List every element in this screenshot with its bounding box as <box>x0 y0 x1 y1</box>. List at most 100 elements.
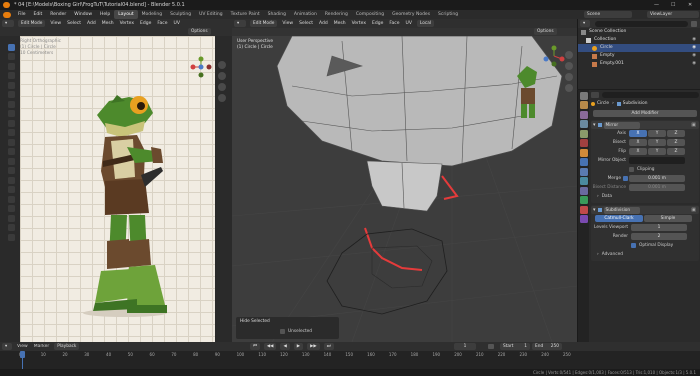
subdivision-name-field[interactable]: Subdivision <box>603 206 640 214</box>
tab-uv-editing[interactable]: UV Editing <box>195 10 226 19</box>
zoom-icon[interactable] <box>565 51 573 59</box>
start-frame-field[interactable]: Start 1 <box>500 343 530 350</box>
add-cube-tool-icon[interactable] <box>7 119 15 127</box>
zoom-icon[interactable] <box>218 61 226 69</box>
timeline-menu-playback[interactable]: Playback <box>54 343 80 350</box>
menu-edit[interactable]: Edit <box>30 10 47 19</box>
smooth-tool-icon[interactable] <box>7 195 15 203</box>
properties-search-input[interactable] <box>602 91 699 98</box>
scale-tool-icon[interactable] <box>7 81 15 89</box>
expand-icon[interactable]: › <box>597 192 599 201</box>
select-tool-icon[interactable] <box>7 43 15 51</box>
inset-tool-icon[interactable] <box>7 138 15 146</box>
rip-tool-icon[interactable] <box>7 233 15 241</box>
tab-sculpting[interactable]: Sculpting <box>166 10 195 19</box>
edge-slide-tool-icon[interactable] <box>7 205 15 212</box>
optimal-display-checkbox[interactable] <box>631 243 636 248</box>
menu-add[interactable]: Add <box>316 19 331 28</box>
render-tab-icon[interactable] <box>579 101 588 109</box>
render-levels-field[interactable]: 2 <box>631 233 687 240</box>
perspective-toggle-icon[interactable] <box>218 94 226 102</box>
bisect-x-toggle[interactable]: X <box>629 139 647 146</box>
add-modifier-button[interactable]: Add Modifier <box>593 110 697 117</box>
tab-scripting[interactable]: Scripting <box>434 10 462 19</box>
prev-keyframe-icon[interactable]: ◀◀ <box>263 343 277 350</box>
navigation-gizmo-icon[interactable] <box>190 56 212 78</box>
menu-window[interactable]: Window <box>70 10 96 19</box>
texture-tab-icon[interactable] <box>579 215 588 223</box>
preview-range-icon[interactable] <box>488 344 494 349</box>
rotate-tool-icon[interactable] <box>7 72 15 79</box>
data-subpanel-header[interactable]: › Data <box>591 192 699 201</box>
visibility-eye-icon[interactable]: ◉ <box>692 52 696 60</box>
visibility-eye-icon[interactable]: ◉ <box>692 36 696 44</box>
output-tab-icon[interactable] <box>579 110 588 119</box>
next-keyframe-icon[interactable]: ▶▶ <box>307 343 320 350</box>
view-layer-tab-icon[interactable] <box>579 120 588 128</box>
pan-icon[interactable] <box>565 62 573 70</box>
view-layer-selector[interactable]: ViewLayer <box>647 11 699 18</box>
playhead[interactable] <box>20 351 25 358</box>
modifier-tab-icon[interactable] <box>579 158 588 166</box>
menu-help[interactable]: Help <box>96 10 114 19</box>
menu-face[interactable]: Face <box>154 19 170 28</box>
menu-mesh[interactable]: Mesh <box>99 19 117 28</box>
end-frame-field[interactable]: End 250 <box>532 343 562 350</box>
minimize-icon[interactable]: — <box>654 2 659 8</box>
scene-tab-icon[interactable] <box>579 129 588 138</box>
play-reverse-icon[interactable]: ◀ <box>280 343 290 350</box>
play-icon[interactable]: ▶ <box>293 343 304 350</box>
transform-tool-icon[interactable] <box>7 91 15 98</box>
move-tool-icon[interactable] <box>7 62 15 70</box>
object-tab-icon[interactable] <box>579 148 588 157</box>
shrink-tool-icon[interactable] <box>7 214 15 222</box>
tab-shading[interactable]: Shading <box>264 10 290 19</box>
menu-face[interactable]: Face <box>386 19 402 28</box>
bevel-tool-icon[interactable] <box>7 148 15 155</box>
menu-select[interactable]: Select <box>64 19 84 28</box>
physics-tab-icon[interactable] <box>579 177 588 185</box>
editor-type-button[interactable]: ▾ <box>234 20 246 27</box>
extrude-tool-icon[interactable] <box>7 129 15 136</box>
properties-type-icon[interactable] <box>591 91 599 98</box>
options-dropdown[interactable]: Options <box>188 28 211 35</box>
material-tab-icon[interactable] <box>579 205 588 214</box>
visibility-eye-icon[interactable]: ◉ <box>692 44 696 52</box>
transform-orientation-dropdown[interactable]: Local <box>416 20 435 27</box>
timeline-menu-view[interactable]: View <box>14 344 31 349</box>
clipping-checkbox[interactable] <box>629 167 634 172</box>
shear-tool-icon[interactable] <box>7 224 15 231</box>
knife-tool-icon[interactable] <box>7 167 15 174</box>
menu-render[interactable]: Render <box>46 10 70 19</box>
axis-z-toggle[interactable]: Z <box>667 130 685 137</box>
menu-view[interactable]: View <box>47 19 64 28</box>
annotate-tool-icon[interactable] <box>7 100 15 108</box>
flip-x-toggle[interactable]: X <box>629 148 647 155</box>
menu-view[interactable]: View <box>279 19 296 28</box>
particles-tab-icon[interactable] <box>579 167 588 176</box>
tab-texture-paint[interactable]: Texture Paint <box>227 10 264 19</box>
last-operator-panel[interactable]: Hide Selected Unselected <box>236 317 339 339</box>
bisect-z-toggle[interactable]: Z <box>667 139 685 146</box>
tab-layout[interactable]: Layout <box>114 10 138 19</box>
menu-add[interactable]: Add <box>84 19 99 28</box>
modifier-visibility-icon[interactable]: ▣ <box>691 122 696 128</box>
constraints-tab-icon[interactable] <box>579 186 588 195</box>
options-dropdown[interactable]: Options <box>534 28 557 35</box>
blender-menu-icon[interactable] <box>3 11 11 18</box>
catmull-clark-button[interactable]: Catmull-Clark <box>595 215 643 222</box>
editor-type-button[interactable]: ▾ <box>2 20 14 27</box>
menu-vertex[interactable]: Vertex <box>349 19 369 28</box>
merge-checkbox[interactable] <box>623 176 628 181</box>
simple-button[interactable]: Simple <box>644 215 692 222</box>
outliner-row[interactable]: Empty.001 ◉ <box>578 60 700 68</box>
advanced-subpanel-header[interactable]: › Advanced <box>591 250 699 259</box>
flip-z-toggle[interactable]: Z <box>667 148 685 155</box>
outliner-row[interactable]: Scene Collection <box>578 28 700 36</box>
tab-animation[interactable]: Animation <box>290 10 321 19</box>
perspective-toggle-icon[interactable] <box>565 84 573 92</box>
axis-x-toggle[interactable]: X <box>629 130 647 137</box>
world-tab-icon[interactable] <box>579 139 588 147</box>
tab-geometry-nodes[interactable]: Geometry Nodes <box>388 10 434 19</box>
filter-icon[interactable] <box>691 20 697 27</box>
